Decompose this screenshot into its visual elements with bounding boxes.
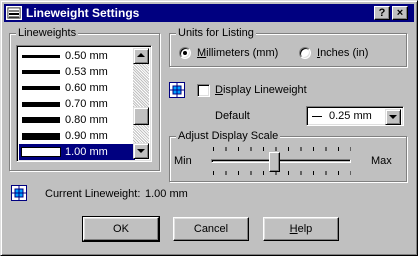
autocad-app-icon <box>6 6 22 20</box>
close-button[interactable]: × <box>392 6 408 20</box>
scale-max-label: Max <box>371 155 392 167</box>
help-title-button[interactable]: ? <box>374 6 390 20</box>
lineweight-swatch <box>22 133 60 140</box>
close-icon: × <box>396 7 404 19</box>
dropdown-button[interactable] <box>385 109 401 125</box>
cancel-button-label: Cancel <box>193 223 229 235</box>
display-lineweight-label[interactable]: Display Lineweight <box>215 83 307 97</box>
lineweight-swatch <box>22 70 60 74</box>
lineweight-list-item[interactable]: 0.60 mm <box>19 80 135 96</box>
lineweight-swatch <box>312 116 322 117</box>
lineweight-list-item[interactable]: 0.80 mm <box>19 112 135 128</box>
inches-label-rest: nches (in) <box>320 47 369 59</box>
lineweight-swatch <box>22 117 60 123</box>
millimeters-label[interactable]: Millimeters (mm) <box>197 46 278 60</box>
lineweight-list-item[interactable]: 0.53 mm <box>19 64 135 80</box>
arrow-up-icon <box>137 53 145 57</box>
lineweight-list-item-label: 0.60 mm <box>65 82 108 94</box>
ok-button[interactable]: OK <box>82 216 160 242</box>
ok-button-label: OK <box>113 223 129 235</box>
lineweight-swatch <box>21 147 61 157</box>
radio-selected-dot <box>183 51 187 55</box>
lineweight-list-item-label: 0.50 mm <box>65 50 108 62</box>
lineweights-list[interactable]: 0.50 mm 0.53 mm 0.60 mm 0.70 mm 0.80 mm 0.90 … <box>16 45 152 162</box>
display-lineweight-rest: isplay Lineweight <box>222 84 307 96</box>
lineweights-group-label: Lineweights <box>16 26 79 40</box>
chevron-down-icon <box>389 115 397 119</box>
lineweight-swatch <box>22 55 60 58</box>
lineweight-display-icon <box>11 185 27 201</box>
default-label: Default <box>215 110 250 122</box>
scale-min-label: Min <box>174 155 192 167</box>
help-button-label-rest: elp <box>297 223 313 235</box>
default-lineweight-value: 0.25 mm <box>329 110 372 122</box>
current-lineweight-label: Current Lineweight: <box>45 188 141 200</box>
inches-radio[interactable] <box>299 47 311 59</box>
millimeters-label-rest: illimeters (mm) <box>206 47 279 59</box>
lineweight-swatch <box>22 86 60 90</box>
lineweight-swatch <box>22 102 60 107</box>
lineweight-list-item[interactable]: 0.70 mm <box>19 96 135 112</box>
millimeters-label-mnemonic: M <box>197 47 207 59</box>
display-scale-slider[interactable] <box>211 159 351 163</box>
display-lineweight-mnemonic: D <box>215 84 223 96</box>
title-bar[interactable]: Lineweight Settings ? × <box>4 4 414 22</box>
lineweight-list-item[interactable]: 1.00 mm <box>19 144 135 160</box>
display-scale-group-label: Adjust Display Scale <box>176 129 281 143</box>
lineweight-list-item-label: 0.90 mm <box>65 130 108 142</box>
lineweight-list-item-label: 0.80 mm <box>65 114 108 126</box>
units-group-label: Units for Listing <box>176 26 256 40</box>
default-lineweight-dropdown[interactable]: 0.25 mm <box>306 106 404 126</box>
cancel-button[interactable]: Cancel <box>173 217 249 241</box>
slider-ticks-top <box>213 147 351 151</box>
inches-label[interactable]: Inches (in) <box>317 46 368 60</box>
millimeters-radio[interactable] <box>179 47 191 59</box>
display-scale-slider-thumb[interactable] <box>269 152 280 172</box>
current-lineweight-value: 1.00 mm <box>145 188 188 200</box>
scroll-up-button[interactable] <box>133 48 149 64</box>
help-button[interactable]: Help <box>263 217 339 241</box>
lineweight-list-item[interactable]: 0.90 mm <box>19 128 135 144</box>
lineweight-list-item-label: 1.00 mm <box>65 146 108 158</box>
lineweight-list-item-label: 0.70 mm <box>65 98 108 110</box>
lineweight-display-icon <box>169 82 185 98</box>
lineweight-settings-dialog: Lineweight Settings ? × Lineweights 0.50… <box>0 0 418 256</box>
lineweight-list-item-label: 0.53 mm <box>65 66 108 78</box>
slider-ticks-bottom <box>213 171 351 175</box>
arrow-down-icon <box>137 149 145 153</box>
help-title-button-label: ? <box>378 7 386 19</box>
display-lineweight-checkbox[interactable] <box>197 84 210 97</box>
scroll-down-button[interactable] <box>133 143 149 159</box>
scroll-thumb[interactable] <box>133 107 149 125</box>
lineweight-list-item[interactable]: 0.50 mm <box>19 48 135 64</box>
lineweights-scrollbar[interactable] <box>133 48 149 159</box>
help-button-mnemonic: H <box>289 223 298 235</box>
dialog-title: Lineweight Settings <box>26 6 140 20</box>
